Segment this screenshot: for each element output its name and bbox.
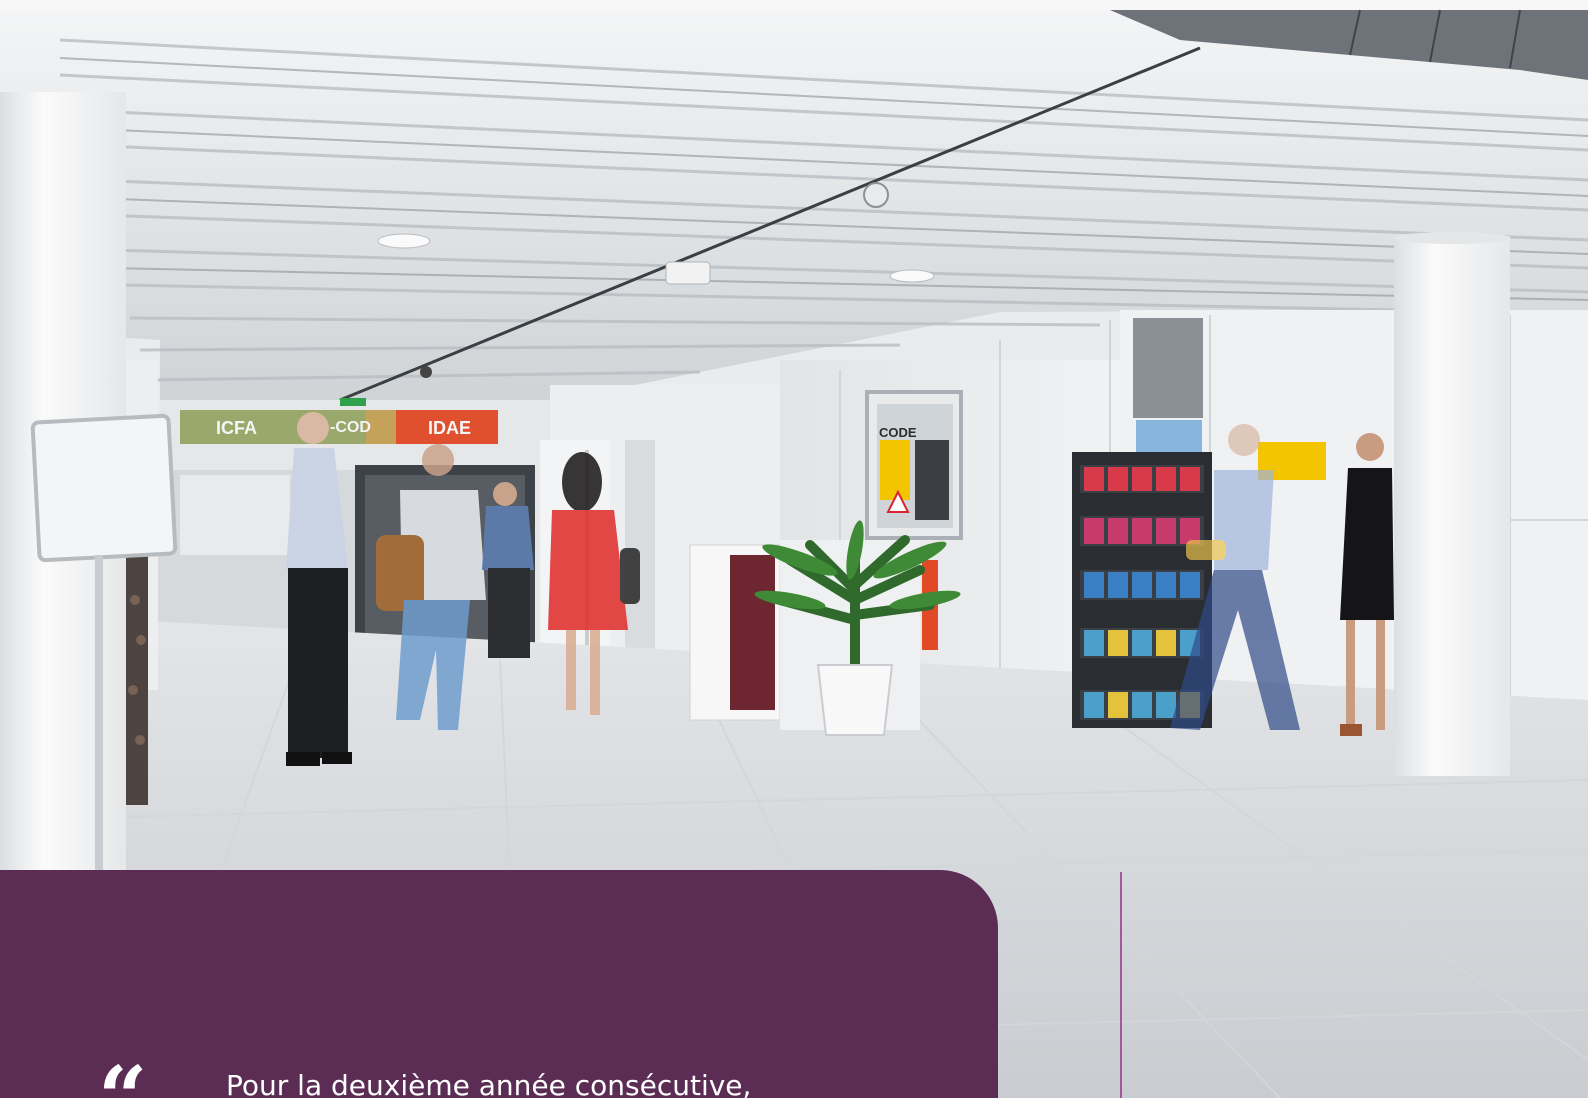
vertical-divider — [1120, 872, 1122, 1098]
quote-card: “ Pour la deuxième année consécutive, — [0, 870, 998, 1098]
sign-cod: -COD — [330, 419, 371, 436]
page: ICFA -COD IDAE CODE Pour la deuxième ann… — [0, 0, 1588, 1098]
sign-icfa: ICFA — [216, 418, 257, 438]
quote-mark-icon: “ — [98, 1056, 148, 1098]
poster-code: CODE — [879, 425, 917, 440]
sign-idae: IDAE — [428, 418, 471, 438]
quote-text: Pour la deuxième année consécutive, — [226, 1069, 752, 1098]
